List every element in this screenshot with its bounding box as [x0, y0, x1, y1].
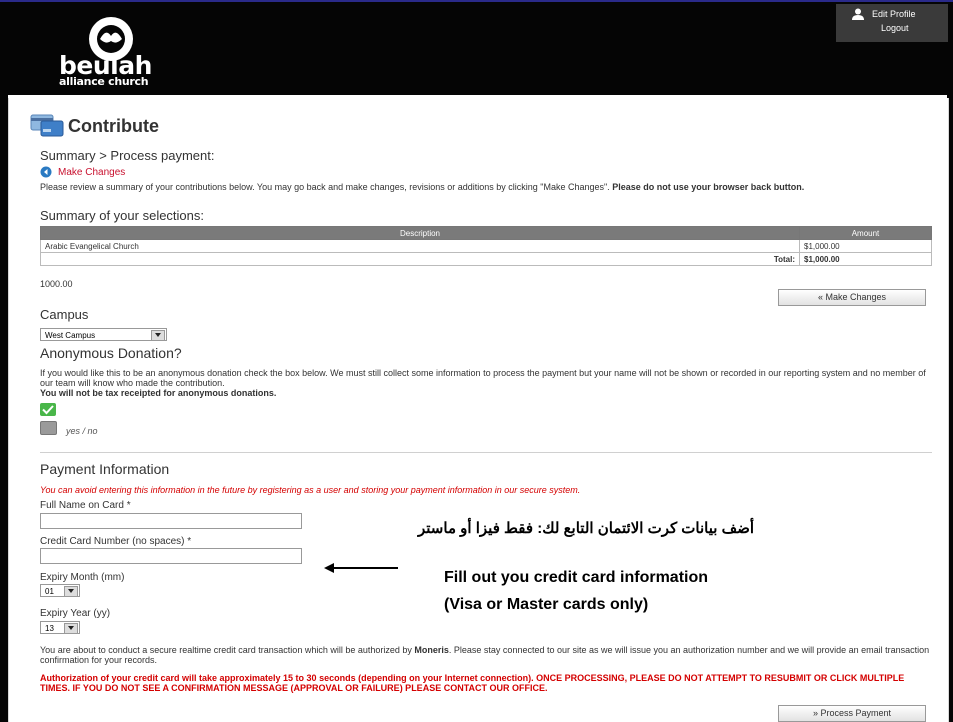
summary-heading: Summary of your selections: — [40, 208, 205, 223]
anonymous-text: If you would like this to be an anonymou… — [40, 368, 932, 398]
logout-link[interactable]: Logout — [881, 23, 909, 33]
expiry-month-value: 01 — [45, 587, 54, 596]
total-plain: 1000.00 — [40, 279, 73, 289]
english-instruction-line-1: Fill out you credit card information — [444, 569, 709, 586]
make-changes-button[interactable]: « Make Changes — [778, 289, 926, 306]
payment-heading: Payment Information — [40, 461, 170, 477]
review-text-warning: Please do not use your browser back butt… — [612, 182, 805, 192]
checkbox-label: yes / no — [66, 426, 98, 436]
processing-warning: Authorization of your credit card will t… — [40, 673, 905, 693]
expiry-year-label: Expiry Year (yy) — [40, 608, 111, 619]
table-header-row: Description Amount — [40, 226, 932, 240]
page-title: Contribute — [68, 116, 159, 136]
section-divider — [40, 452, 932, 453]
expiry-year-value: 13 — [45, 624, 54, 633]
expiry-month-label: Expiry Month (mm) — [40, 572, 125, 583]
review-text: Please review a summary of your contribu… — [40, 182, 932, 192]
campus-select[interactable]: West Campus — [40, 328, 167, 341]
moneris-name: Moneris — [414, 645, 449, 655]
header-top-line — [0, 0, 953, 2]
checkmark-icon — [40, 403, 56, 416]
anonymous-heading: Anonymous Donation? — [40, 345, 182, 361]
card-number-label: Credit Card Number (no spaces) * — [40, 536, 192, 547]
logo-subtext: alliance church — [59, 75, 149, 88]
chevron-down-icon — [64, 623, 78, 634]
campus-heading: Campus — [40, 307, 89, 322]
review-text-body: Please review a summary of your contribu… — [40, 182, 610, 192]
expiry-month-select[interactable]: 01 — [40, 584, 80, 597]
total-label: Total: — [40, 252, 800, 266]
column-header-description: Description — [40, 226, 800, 240]
table-total-row: Total: $1,000.00 — [40, 252, 932, 266]
chevron-down-icon — [151, 330, 165, 341]
user-icon — [852, 8, 864, 20]
card-number-input[interactable] — [40, 548, 302, 564]
anonymous-checkbox[interactable] — [40, 421, 57, 435]
cell-description: Arabic Evangelical Church — [40, 239, 800, 253]
credit-cards-icon — [30, 114, 64, 137]
make-changes-link[interactable]: Make Changes — [58, 167, 125, 178]
full-name-label: Full Name on Card * — [40, 500, 131, 511]
total-value: $1,000.00 — [799, 252, 932, 266]
expiry-year-select[interactable]: 13 — [40, 621, 80, 634]
column-header-amount: Amount — [799, 226, 932, 240]
process-payment-button[interactable]: » Process Payment — [778, 705, 926, 722]
left-arrow-icon — [324, 563, 398, 573]
anonymous-tax-warning: You will not be tax receipted for anonym… — [40, 388, 277, 398]
arabic-instruction: أضف بيانات كرت الائتمان التابع لك: فقط ف… — [418, 520, 755, 537]
full-name-input[interactable] — [40, 513, 302, 529]
secure-text-part-1: You are about to conduct a secure realti… — [40, 645, 412, 655]
breadcrumb: Summary > Process payment: — [40, 148, 215, 163]
campus-selected-value: West Campus — [45, 331, 96, 340]
back-arrow-icon[interactable] — [40, 166, 52, 178]
anonymous-description: If you would like this to be an anonymou… — [40, 368, 926, 388]
cell-amount: $1,000.00 — [799, 239, 932, 253]
summary-table: Description Amount Arabic Evangelical Ch… — [40, 226, 932, 266]
payment-note: You can avoid entering this information … — [40, 485, 581, 495]
edit-profile-link[interactable]: Edit Profile — [872, 9, 916, 19]
secure-transaction-text: You are about to conduct a secure realti… — [40, 645, 932, 665]
table-row: Arabic Evangelical Church $1,000.00 — [40, 239, 932, 253]
chevron-down-icon — [64, 586, 78, 597]
left-frame — [0, 95, 8, 722]
english-instruction-line-2: (Visa or Master cards only) — [444, 596, 649, 613]
